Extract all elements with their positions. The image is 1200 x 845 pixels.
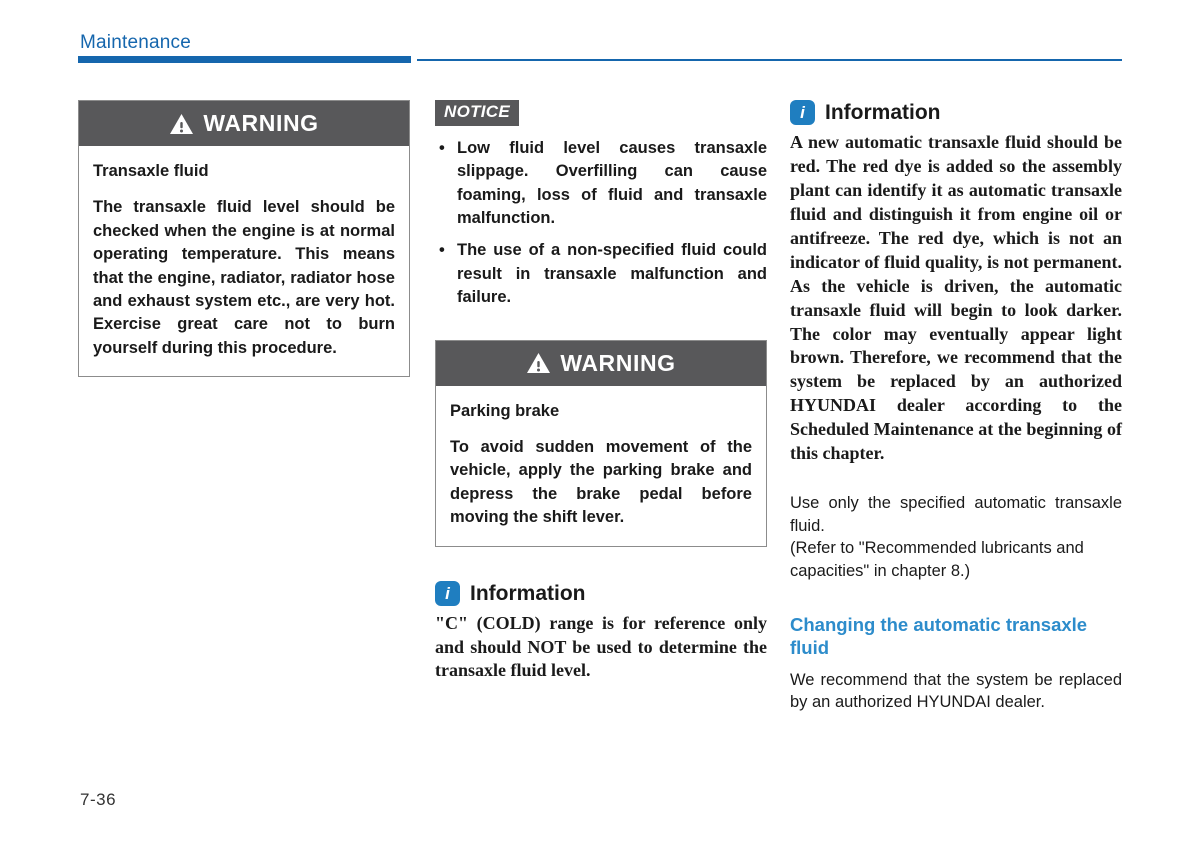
notice-badge: NOTICE (435, 100, 520, 126)
column-1: WARNING Transaxle fluid The transaxle fl… (78, 100, 410, 378)
warning-box-body: Transaxle fluid The transaxle fluid leve… (79, 146, 409, 376)
paragraph-use-specified-fluid: Use only the specified automatic transax… (790, 494, 1122, 535)
bullet-icon: • (439, 241, 445, 260)
list-item-text: Low fluid level causes transaxle slippag… (457, 138, 767, 227)
list-item-text: The use of a non-specified fluid could r… (457, 241, 767, 307)
information-body-text: "C" (COLD) range is for reference only a… (435, 612, 767, 681)
list-item: • The use of a non-specified fluid could… (435, 239, 767, 309)
warning-box-header: WARNING (436, 340, 766, 386)
warning-body-text: To avoid sudden movement of the vehicle,… (450, 437, 752, 527)
warning-box-transaxle-fluid: WARNING Transaxle fluid The transaxle fl… (78, 100, 410, 378)
information-heading: i Information (790, 100, 1122, 125)
warning-triangle-icon (526, 352, 551, 374)
warning-box-header: WARNING (79, 101, 409, 146)
bullet-icon: • (439, 138, 445, 157)
information-title: Information (470, 581, 586, 605)
information-block-cold-range: i Information "C" (COLD) range is for re… (435, 580, 767, 684)
information-heading: i Information (435, 580, 767, 606)
warning-title: WARNING (203, 110, 319, 136)
notice-list: • Low fluid level causes transaxle slipp… (435, 137, 767, 310)
content-columns: WARNING Transaxle fluid The transaxle fl… (0, 100, 1200, 800)
header-rule-thick (78, 56, 411, 63)
warning-subtitle: Transaxle fluid (93, 162, 209, 180)
warning-triangle-icon (169, 113, 194, 135)
sub-heading-changing-fluid: Changing the automatic transaxle fluid (790, 613, 1088, 658)
warning-body-text: The transaxle fluid level should be chec… (93, 198, 395, 357)
header-rule-thin (417, 59, 1122, 61)
info-icon: i (790, 100, 815, 125)
page-number: 7-36 (80, 790, 117, 809)
page-header: Maintenance (0, 0, 1200, 70)
notice-block: NOTICE • Low fluid level causes transaxl… (435, 100, 767, 310)
warning-box-body: Parking brake To avoid sudden movement o… (436, 386, 766, 546)
warning-title: WARNING (560, 349, 676, 376)
warning-box-parking-brake: WARNING Parking brake To avoid sudden mo… (435, 339, 767, 547)
column-2: NOTICE • Low fluid level causes transaxl… (435, 100, 767, 683)
page-title: Maintenance (80, 32, 191, 53)
info-icon: i (435, 580, 460, 606)
list-item: • Low fluid level causes transaxle slipp… (435, 137, 767, 231)
information-title: Information (825, 101, 941, 124)
information-body-text: A new automatic transaxle fluid should b… (790, 132, 1122, 464)
warning-subtitle: Parking brake (450, 401, 560, 420)
information-block-transaxle-dye: i Information A new automatic transaxle … (790, 100, 1122, 466)
column-3: i Information A new automatic transaxle … (790, 100, 1122, 714)
paragraph-recommend-dealer: We recommend that the system be replaced… (790, 670, 1122, 712)
paragraph-refer-to-chapter: (Refer to "Recommended lubricants and ca… (790, 539, 1084, 580)
